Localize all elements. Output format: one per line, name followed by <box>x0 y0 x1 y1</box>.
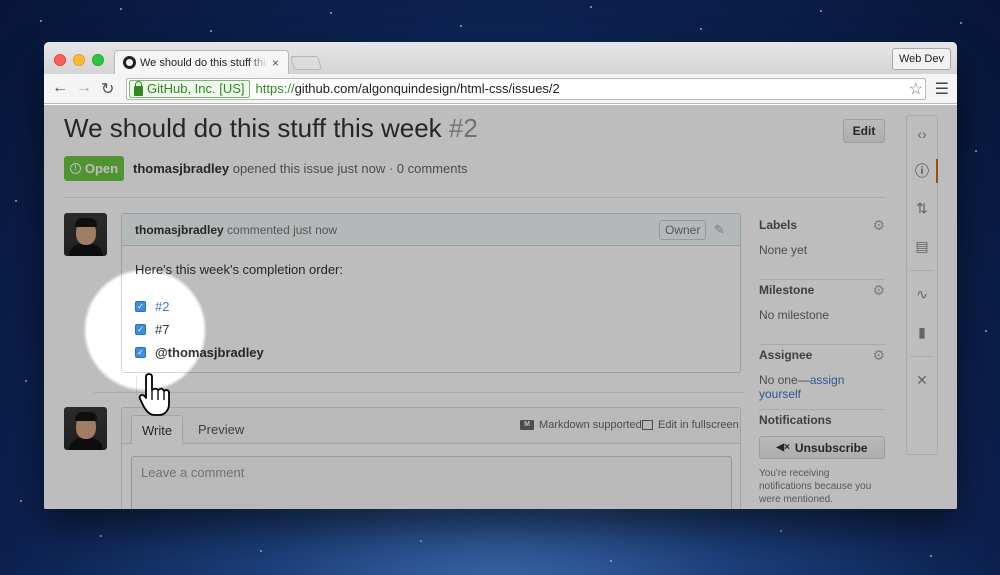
code-icon[interactable]: ‹› <box>906 115 938 153</box>
github-favicon-icon <box>123 56 136 69</box>
browser-toolbar: ← → ↻ GitHub, Inc. [US] https://github.c… <box>44 74 957 104</box>
notification-reason: You're receiving notifications because y… <box>759 468 872 505</box>
task-item: ✓ @thomasjbradley <box>135 345 727 360</box>
ev-label: GitHub, Inc. [US] <box>147 81 245 96</box>
comment-intro: Here's this week's completion order: <box>135 262 343 277</box>
divider <box>910 356 934 357</box>
pulse-icon[interactable]: ∿ <box>906 276 938 314</box>
comment-body: Here's this week's completion order: ✓ #… <box>122 246 740 375</box>
task-checkbox[interactable]: ✓ <box>135 300 146 312</box>
unsubscribe-label: Unsubscribe <box>794 440 868 455</box>
browser-tab[interactable]: We should do this stuff this week #2 × <box>114 50 289 74</box>
divider <box>94 392 744 393</box>
notifications-section: Notifications ◀× Unsubscribe You're rece… <box>759 410 885 506</box>
tab-write[interactable]: Write <box>131 415 184 445</box>
assignee-title: Assignee <box>759 348 813 362</box>
labels-value: None yet <box>759 243 808 257</box>
milestone-value: No milestone <box>759 308 830 322</box>
labels-section: Labels ⚙ None yet <box>759 215 885 280</box>
markdown-icon: M <box>520 420 534 430</box>
divider <box>910 270 934 271</box>
gear-icon[interactable]: ⚙ <box>872 282 885 299</box>
assignee-none-text: No one— <box>759 373 810 387</box>
issue-title-text: We should do this stuff this week <box>64 113 442 143</box>
task-text: #7 <box>155 321 170 337</box>
browser-window: We should do this stuff this week #2 × W… <box>44 42 957 509</box>
assignee-section: Assignee ⚙ No one—assign yourself <box>759 345 885 410</box>
issue-author-link[interactable]: thomasjbradley <box>133 161 229 176</box>
issue-reference-link[interactable]: #2 <box>155 299 169 314</box>
lock-icon <box>134 80 143 96</box>
graphs-icon[interactable]: ▮ <box>906 314 938 352</box>
issue-comment: thomasjbradley commented just now Owner … <box>121 213 741 373</box>
issues-icon[interactable]: ⓘ <box>906 153 938 191</box>
owner-badge: Owner <box>659 220 707 240</box>
task-item: ✓ #7 <box>135 321 727 337</box>
settings-icon[interactable]: ✕ <box>906 362 938 400</box>
new-tab-button[interactable] <box>290 56 322 70</box>
comment-author-link[interactable]: thomasjbradley <box>135 223 224 237</box>
fullscreen-link[interactable]: Edit in fullscreen <box>642 419 739 431</box>
task-checkbox[interactable]: ✓ <box>135 323 146 335</box>
avatar[interactable] <box>64 213 107 256</box>
notifications-title: Notifications <box>759 413 832 427</box>
avatar[interactable] <box>64 407 107 450</box>
issue-state-label: Open <box>84 161 119 176</box>
repo-nav: ‹› ⓘ ⇅ ▤ ∿ ▮ ✕ <box>906 115 938 400</box>
pencil-icon[interactable]: ✎ <box>714 222 725 238</box>
tab-title: We should do this stuff this week #2 <box>140 56 268 69</box>
close-window-button[interactable] <box>54 54 66 66</box>
issue-page: We should do this stuff this week #2 Edi… <box>44 105 957 509</box>
issue-open-icon: ! <box>69 163 81 174</box>
mute-icon: ◀× <box>776 442 790 453</box>
back-icon[interactable]: ← <box>52 79 68 97</box>
issue-meta-text: opened this issue just now · 0 comments <box>232 161 468 176</box>
gear-icon[interactable]: ⚙ <box>872 217 885 234</box>
fullscreen-label: Edit in fullscreen <box>658 419 739 431</box>
url-path: github.com/algonquindesign/html-css/issu… <box>294 81 560 96</box>
issue-state-badge: ! Open <box>64 156 124 181</box>
task-checkbox[interactable]: ✓ <box>135 346 146 358</box>
profile-button[interactable]: Web Dev <box>891 48 951 70</box>
minimize-window-button[interactable] <box>73 54 85 66</box>
milestone-title: Milestone <box>759 283 815 297</box>
reload-icon[interactable]: ↻ <box>101 79 114 99</box>
issue-sidebar: Labels ⚙ None yet Milestone ⚙ No milesto… <box>759 215 885 506</box>
unsubscribe-button[interactable]: ◀× Unsubscribe <box>759 436 885 459</box>
markdown-hint-link[interactable]: M Markdown supported <box>520 419 642 431</box>
composer-tabs: Write Preview M Markdown supported Edit … <box>122 408 740 445</box>
menu-icon[interactable]: ☰ <box>935 79 949 99</box>
title-bar: We should do this stuff this week #2 × W… <box>44 42 957 74</box>
issue-number: #2 <box>448 113 478 143</box>
divider <box>64 197 886 198</box>
task-item: ✓ #2 <box>135 299 727 314</box>
gear-icon[interactable]: ⚙ <box>872 347 885 364</box>
bookmark-star-icon[interactable]: ☆ <box>909 79 923 99</box>
fullscreen-icon <box>642 420 653 430</box>
wiki-icon[interactable]: ▤ <box>906 228 938 266</box>
user-mention[interactable]: @thomasjbradley <box>155 345 264 360</box>
zoom-window-button[interactable] <box>92 54 104 66</box>
markdown-hint-label: Markdown supported <box>539 419 642 431</box>
issue-title: We should do this stuff this week #2 <box>64 113 478 144</box>
labels-title: Labels <box>759 218 798 232</box>
assignee-value: No one—assign yourself <box>759 373 885 401</box>
tab-close-icon[interactable]: × <box>272 56 279 70</box>
forward-icon[interactable]: → <box>76 79 92 97</box>
tab-preview[interactable]: Preview <box>188 415 254 445</box>
comment-composer: Write Preview M Markdown supported Edit … <box>121 407 741 509</box>
milestone-section: Milestone ⚙ No milestone <box>759 280 885 345</box>
ev-certificate-badge[interactable]: GitHub, Inc. [US] <box>129 80 250 98</box>
pull-requests-icon[interactable]: ⇅ <box>906 190 938 228</box>
address-bar[interactable]: GitHub, Inc. [US] https://github.com/alg… <box>126 78 926 100</box>
issue-meta: thomasjbradley opened this issue just no… <box>133 161 468 176</box>
edit-title-button[interactable]: Edit <box>843 119 885 143</box>
url-scheme: https:// <box>255 81 295 96</box>
comment-header: thomasjbradley commented just now Owner … <box>122 214 740 246</box>
comment-textarea[interactable]: Leave a comment <box>131 456 732 509</box>
comment-time[interactable]: commented just now <box>227 223 337 237</box>
